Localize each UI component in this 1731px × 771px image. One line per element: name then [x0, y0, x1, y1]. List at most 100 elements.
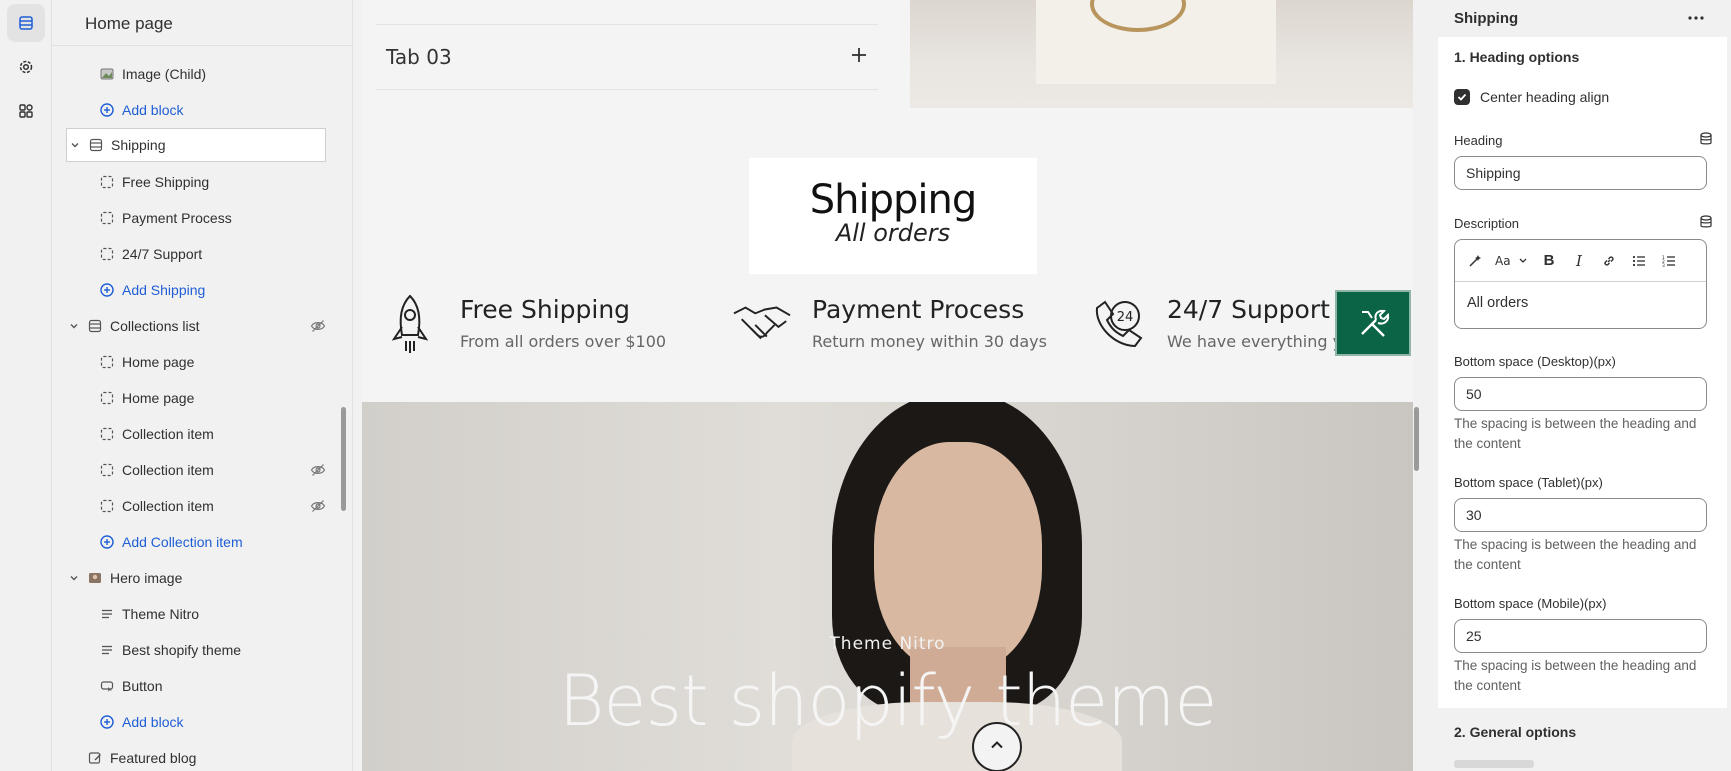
- tree-item-collection-item[interactable]: Collection item: [98, 489, 326, 523]
- block-icon: [98, 355, 116, 369]
- tree-item-collections-list[interactable]: Collections list: [66, 309, 326, 343]
- tree-item-support[interactable]: 24/7 Support: [98, 237, 326, 271]
- chevron-down-icon[interactable]: [66, 321, 82, 331]
- tree-item-home-page[interactable]: Home page: [98, 345, 326, 379]
- text-format-dropdown[interactable]: Aa: [1493, 249, 1531, 273]
- tree-item-label: Theme Nitro: [122, 606, 200, 622]
- dynamic-source-icon[interactable]: [1699, 215, 1713, 234]
- add-shipping-button[interactable]: Add Shipping: [98, 273, 326, 307]
- center-align-checkbox[interactable]: [1454, 89, 1470, 105]
- add-block-button[interactable]: Add block: [98, 93, 326, 127]
- feature-desc: We have everything you: [1167, 332, 1362, 351]
- plus-circle-icon: [98, 535, 116, 549]
- tree-item-featured-blog[interactable]: Featured blog: [66, 741, 326, 771]
- link-icon[interactable]: [1597, 249, 1621, 273]
- add-block-button[interactable]: Add block: [98, 705, 326, 739]
- eye-hidden-icon[interactable]: [310, 462, 326, 478]
- heading-input[interactable]: Shipping: [1454, 156, 1707, 190]
- text-icon: [98, 607, 116, 621]
- section-icon: [86, 319, 104, 333]
- hero-image-icon: [86, 571, 104, 585]
- bold-icon[interactable]: B: [1537, 249, 1561, 273]
- chevron-down-icon[interactable]: [67, 140, 83, 150]
- sidebar-scrollbar[interactable]: [341, 407, 346, 511]
- panel-title: Shipping: [1454, 10, 1519, 27]
- svg-text:Aa: Aa: [1495, 254, 1511, 268]
- editor-toolbar: Aa B I 123: [1455, 240, 1706, 282]
- feature-support[interactable]: 24 24/7 Support We have everything you: [1087, 292, 1362, 362]
- tree-item-label: Shipping: [111, 137, 166, 153]
- tree-item-shipping[interactable]: Shipping: [66, 128, 326, 162]
- bottom-space-tablet-input[interactable]: 30: [1454, 498, 1707, 532]
- tree-item-button[interactable]: Button: [98, 669, 326, 703]
- help-text: The spacing is between the heading and t…: [1454, 658, 1697, 693]
- tree-item-collection-item[interactable]: Collection item: [98, 453, 326, 487]
- feature-title: 24/7 Support: [1167, 295, 1330, 324]
- tree-item-label: Collection item: [122, 426, 214, 442]
- blog-icon: [86, 751, 104, 765]
- bottom-space-desktop-label: Bottom space (Desktop)(px): [1454, 354, 1616, 369]
- scroll-to-top-button[interactable]: [972, 722, 1022, 771]
- sections-icon[interactable]: [7, 4, 45, 42]
- chevron-up-icon: [989, 737, 1005, 758]
- tree-item-label: 24/7 Support: [122, 246, 203, 262]
- feature-desc: From all orders over $100: [460, 332, 667, 351]
- chevron-down-icon[interactable]: [66, 573, 82, 583]
- plus-icon[interactable]: [850, 46, 868, 69]
- preview-canvas: Tab 03 Shipping All orders Free Shipping…: [362, 0, 1413, 771]
- sections-sidebar: Home page Image (Child) Add block Shippi…: [52, 0, 353, 771]
- tree-item-home-page[interactable]: Home page: [98, 381, 326, 415]
- panel-body: 1. Heading options Center heading align …: [1438, 37, 1727, 708]
- eye-hidden-icon[interactable]: [310, 318, 326, 334]
- italic-icon[interactable]: I: [1567, 249, 1591, 273]
- accordion-tab[interactable]: Tab 03: [376, 24, 878, 90]
- description-label: Description: [1454, 216, 1520, 231]
- tree-item-payment-process[interactable]: Payment Process: [98, 201, 326, 235]
- block-icon: [98, 463, 116, 477]
- tree-item-collection-item[interactable]: Collection item: [98, 417, 326, 451]
- hero-image[interactable]: Theme Nitro Best shopify theme: [362, 402, 1413, 771]
- add-label: Add Collection item: [122, 534, 243, 550]
- feature-title: Payment Process: [812, 295, 1025, 324]
- tree-item-image-child[interactable]: Image (Child): [98, 57, 326, 91]
- apps-icon[interactable]: [7, 92, 45, 130]
- preview-scrollbar[interactable]: [1414, 407, 1419, 471]
- svg-text:24: 24: [1117, 310, 1134, 325]
- description-content[interactable]: All orders: [1455, 282, 1706, 324]
- bottom-space-desktop-input[interactable]: 50: [1454, 377, 1707, 411]
- handshake-icon: [732, 292, 792, 356]
- dynamic-source-icon[interactable]: [1699, 132, 1713, 151]
- feature-free-shipping[interactable]: Free Shipping From all orders over $100: [380, 292, 666, 362]
- block-icon: [98, 211, 116, 225]
- wrench-tools-icon[interactable]: [1335, 290, 1411, 356]
- bottom-space-mobile-input[interactable]: 25: [1454, 619, 1707, 653]
- ai-magic-icon[interactable]: [1463, 249, 1487, 273]
- button-icon: [98, 679, 116, 693]
- tree-item-best-shopify-theme[interactable]: Best shopify theme: [98, 633, 326, 667]
- tree-item-label: Image (Child): [122, 66, 207, 82]
- general-options-title[interactable]: 2. General options: [1454, 724, 1576, 740]
- tree-item-free-shipping[interactable]: Free Shipping: [98, 165, 326, 199]
- tree-item-theme-nitro[interactable]: Theme Nitro: [98, 597, 326, 631]
- bullet-list-icon[interactable]: [1627, 249, 1651, 273]
- eye-hidden-icon[interactable]: [310, 498, 326, 514]
- page-title: Home page: [52, 0, 352, 46]
- text-icon: [98, 643, 116, 657]
- plus-circle-icon: [98, 715, 116, 729]
- more-options-icon[interactable]: [1687, 9, 1705, 31]
- feature-payment-process[interactable]: Payment Process Return money within 30 d…: [732, 292, 1047, 362]
- shipping-heading-block[interactable]: Shipping All orders: [749, 158, 1037, 274]
- settings-icon[interactable]: [7, 48, 45, 86]
- hero-subheading: Theme Nitro: [829, 634, 946, 654]
- add-collection-item-button[interactable]: Add Collection item: [98, 525, 326, 559]
- shipping-subheading: All orders: [835, 219, 951, 247]
- heading-label: Heading: [1454, 133, 1503, 148]
- tree-item-hero-image[interactable]: Hero image: [66, 561, 326, 595]
- svg-text:3: 3: [1662, 263, 1665, 268]
- tree-item-label: Button: [122, 678, 163, 694]
- heading-options-title: 1. Heading options: [1454, 49, 1580, 65]
- bottom-space-mobile-label: Bottom space (Mobile)(px): [1454, 596, 1607, 611]
- description-editor[interactable]: Aa B I 123 All orders: [1454, 239, 1707, 329]
- numbered-list-icon[interactable]: 123: [1657, 249, 1681, 273]
- help-text: The spacing is between the heading and t…: [1454, 416, 1697, 451]
